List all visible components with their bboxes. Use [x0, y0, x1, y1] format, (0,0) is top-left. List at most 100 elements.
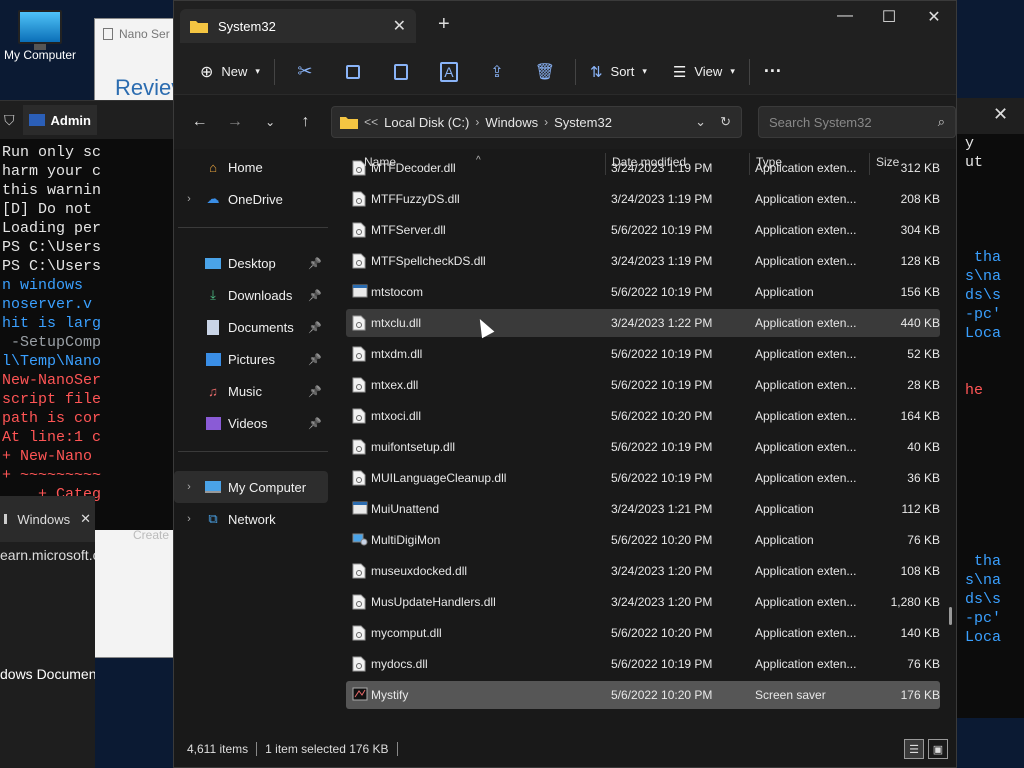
new-tab-button[interactable]: +	[438, 13, 450, 36]
nav-item-label: Videos	[228, 415, 268, 431]
close-window-button[interactable]: ✕	[914, 7, 954, 27]
close-icon[interactable]: ✕	[80, 511, 91, 527]
file-row[interactable]: mycomput.dll 5/6/2022 10:20 PM Application…	[346, 619, 940, 647]
forward-button[interactable]: →	[219, 106, 250, 138]
dll-file-icon	[352, 408, 366, 424]
file-row[interactable]: mtxclu.dll 3/24/2023 1:22 PM Application e…	[346, 309, 940, 337]
network-icon: ⧉	[208, 511, 218, 526]
new-button[interactable]: ⊕ New ▾	[192, 55, 268, 89]
explorer-tab[interactable]: System32 ✕	[180, 9, 416, 43]
maximize-button[interactable]: ☐	[869, 7, 909, 27]
recent-locations-button[interactable]: ⌄	[255, 106, 286, 138]
arrow-up-icon: ↑	[301, 113, 310, 130]
arrow-left-icon: ←	[191, 113, 208, 130]
up-button[interactable]: ↑	[290, 106, 321, 138]
file-row[interactable]: mtxoci.dll 5/6/2022 10:20 PM Application e…	[346, 402, 940, 430]
back-button[interactable]: ←	[184, 106, 215, 138]
tiles-view-button[interactable]: ▣	[928, 739, 948, 759]
file-row[interactable]: MUILanguageCleanup.dll 5/6/2022 10:19 PM A…	[346, 464, 940, 492]
rename-button[interactable]: A	[425, 55, 473, 89]
console-line: s\na	[965, 572, 1002, 589]
browser-url[interactable]: earn.microsoft.c	[0, 542, 95, 568]
powershell-window[interactable]: ⛉ Admin Run only sc harm your c this warni…	[0, 100, 180, 530]
file-row[interactable]: museuxdocked.dll 3/24/2023 1:20 PM Applica…	[346, 557, 940, 585]
file-row[interactable]: mtstocom 5/6/2022 10:19 PM Application 156 …	[346, 278, 940, 306]
desktop-icon-my-computer[interactable]: My Computer	[0, 8, 80, 62]
view-button[interactable]: ☰ View ▾	[665, 55, 743, 89]
pin-icon: 📌	[308, 257, 322, 270]
breadcrumb-system32[interactable]: System32	[554, 115, 612, 130]
nav-item-my-computer[interactable]: › My Computer	[174, 471, 328, 503]
nav-item-network[interactable]: › ⧉ Network	[174, 503, 328, 535]
search-input[interactable]: Search System32 ⌕	[757, 106, 956, 138]
toolbar-divider	[748, 58, 750, 85]
powershell-tab[interactable]: Admin	[22, 105, 97, 135]
console-line: Run only sc	[2, 144, 102, 161]
browser-tab[interactable]: Windows ✕	[0, 496, 95, 542]
console-window-right[interactable]: ✕ y ut tha s\na ds\s -pc' Loca he tha s\na ds\s -…	[956, 98, 1024, 718]
file-row[interactable]: mydocs.dll 5/6/2022 10:19 PM Application e…	[346, 650, 940, 678]
file-date: 3/24/2023 1:21 PM	[611, 502, 713, 516]
view-button-label: View	[694, 64, 723, 79]
chevron-right-icon[interactable]: ›	[174, 481, 204, 493]
nav-item-music[interactable]: ♫ Music 📌	[174, 375, 328, 407]
nano-heading: Reviev	[115, 75, 183, 100]
item-count: 4,611 items	[187, 742, 249, 756]
file-type: Application exten...	[755, 626, 857, 640]
nav-divider	[178, 451, 328, 452]
nav-item-downloads[interactable]: ⤓ Downloads 📌	[174, 279, 328, 311]
nav-item-home[interactable]: ⌂ Home	[174, 151, 328, 183]
file-date: 5/6/2022 10:19 PM	[611, 378, 713, 392]
close-icon[interactable]: ✕	[993, 104, 1008, 125]
file-row[interactable]: MTFDecoder.dll 3/24/2023 1:19 PM Applicati…	[346, 154, 940, 182]
delete-button[interactable]: 🗑	[521, 55, 569, 89]
file-row[interactable]: mtxex.dll 5/6/2022 10:19 PM Application ex…	[346, 371, 940, 399]
file-row[interactable]: muifontsetup.dll 5/6/2022 10:19 PM Applica…	[346, 433, 940, 461]
address-overflow[interactable]: <<	[364, 115, 378, 129]
cut-button[interactable]: ✂	[281, 55, 329, 89]
file-row[interactable]: mtxdm.dll 5/6/2022 10:19 PM Application ex…	[346, 340, 940, 368]
nav-item-pictures[interactable]: Pictures 📌	[174, 343, 328, 375]
file-row[interactable]: MTFFuzzyDS.dll 3/24/2023 1:19 PM Applicati…	[346, 185, 940, 213]
file-row[interactable]: Mystify 5/6/2022 10:20 PM Screen saver 176 …	[346, 681, 940, 709]
file-row[interactable]: MTFSpellcheckDS.dll 3/24/2023 1:19 PM Appl…	[346, 247, 940, 275]
file-row[interactable]: MusUpdateHandlers.dll 3/24/2023 1:20 PM Ap…	[346, 588, 940, 616]
paste-button[interactable]	[377, 55, 425, 89]
file-row[interactable]: MTFServer.dll 5/6/2022 10:19 PM Applicatio…	[346, 216, 940, 244]
address-dropdown-icon[interactable]: ⌄	[695, 114, 706, 130]
ellipsis-icon: ···	[763, 61, 782, 81]
file-row[interactable]: MultiDigiMon 5/6/2022 10:20 PM Application…	[346, 526, 940, 554]
clipboard-icon	[393, 63, 408, 80]
file-size: 36 KB	[907, 471, 940, 485]
nav-item-desktop[interactable]: Desktop 📌	[174, 247, 328, 279]
file-size: 304 KB	[900, 223, 940, 237]
address-bar[interactable]: << Local Disk (C:) › Windows › System32 …	[331, 106, 742, 138]
breadcrumb-local-disk[interactable]: Local Disk (C:)	[384, 115, 469, 130]
breadcrumb-windows[interactable]: Windows	[485, 115, 538, 130]
minimize-button[interactable]: —	[825, 7, 865, 25]
nav-item-onedrive[interactable]: › ☁ OneDrive	[174, 183, 328, 215]
browser-window[interactable]: Windows ✕ earn.microsoft.c dows Document…	[0, 496, 95, 768]
nav-item-videos[interactable]: Videos 📌	[174, 407, 328, 439]
more-options-button[interactable]: ···	[756, 55, 790, 89]
copy-button[interactable]	[329, 55, 377, 89]
chevron-right-icon[interactable]: ›	[174, 193, 204, 205]
chevron-right-icon[interactable]: ›	[174, 513, 204, 525]
nav-item-documents[interactable]: Documents 📌	[174, 311, 328, 343]
file-explorer-window[interactable]: System32 ✕ + — ☐ ✕ ⊕ New ▾ ✂ A ⇪ 🗑 ⇅ Sor…	[173, 0, 957, 768]
nav-item-label: Network	[228, 511, 276, 527]
details-view-button[interactable]: ☰	[904, 739, 924, 759]
home-icon: ⌂	[209, 159, 217, 175]
share-button[interactable]: ⇪	[473, 55, 521, 89]
sort-button[interactable]: ⇅ Sort ▾	[582, 55, 655, 89]
vertical-scrollbar-thumb[interactable]	[949, 607, 952, 625]
pin-icon: 📌	[308, 289, 322, 302]
refresh-icon[interactable]: ↻	[720, 114, 731, 130]
close-tab-icon[interactable]: ✕	[393, 16, 406, 36]
file-row[interactable]: MuiUnattend 3/24/2023 1:21 PM Application 1…	[346, 495, 940, 523]
